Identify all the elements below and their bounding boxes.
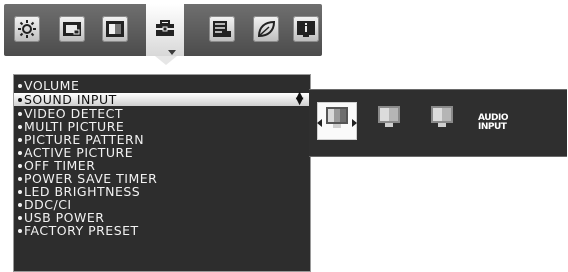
audio-input-label-line2: INPUT: [478, 122, 507, 132]
menu-item-label: VOLUME: [24, 78, 80, 93]
color-icon: [106, 21, 124, 37]
up-down-adjust-icon: ▲ ▼: [295, 90, 304, 107]
sound-input-option-2[interactable]: [370, 102, 408, 138]
menu-item-label: FACTORY PRESET: [24, 223, 139, 238]
sound-input-option-3[interactable]: [423, 102, 461, 138]
bullet-icon: [18, 97, 22, 102]
menu-item-sound-input[interactable]: SOUND INPUT ▲ ▼: [14, 90, 310, 107]
monitor-picture-icon: [326, 107, 348, 128]
sound-input-option-1[interactable]: [317, 102, 357, 140]
menu-item-volume[interactable]: VOLUME: [14, 79, 310, 92]
menu-pointer-arrow: [155, 56, 177, 65]
menu-item-label: SOUND INPUT: [24, 92, 117, 107]
bullet-icon: [18, 137, 22, 142]
bullet-icon: [18, 111, 22, 116]
menu-tools-icon: [213, 21, 231, 37]
eco-leaf-icon: [257, 20, 276, 38]
bullet-icon: [18, 189, 22, 194]
sound-input-options-panel: AUDIO INPUT: [309, 89, 567, 157]
tab-information[interactable]: [293, 16, 319, 42]
monitor-picture-icon: [431, 106, 453, 127]
menu-item-factory-preset[interactable]: FACTORY PRESET: [14, 224, 310, 237]
information-icon: [297, 21, 315, 37]
bullet-icon: [18, 215, 22, 220]
left-arrow-icon: [317, 119, 322, 127]
tools-menu-list: VOLUME SOUND INPUT ▲ ▼ VIDEO DETECT MULTI PIC…: [13, 74, 311, 272]
tab-color[interactable]: [102, 16, 128, 42]
screen-size-icon: [63, 22, 81, 36]
tools-toolbox-icon: [156, 20, 174, 36]
bullet-icon: [18, 202, 22, 207]
tab-screen[interactable]: [59, 16, 85, 42]
bullet-icon: [18, 83, 22, 88]
tab-brightness[interactable]: [14, 16, 40, 42]
active-tab-marker: [168, 50, 176, 55]
monitor-picture-icon: [378, 106, 400, 127]
bullet-icon: [18, 150, 22, 155]
tab-menu-tools[interactable]: [209, 16, 235, 42]
bullet-icon: [18, 228, 22, 233]
bullet-icon: [18, 176, 22, 181]
bullet-icon: [18, 124, 22, 129]
top-tab-bar: [4, 4, 322, 56]
bullet-icon: [18, 163, 22, 168]
brightness-sun-icon: [18, 20, 36, 38]
tab-tools[interactable]: [146, 4, 184, 56]
tab-eco[interactable]: [253, 16, 279, 42]
right-arrow-icon: [352, 119, 357, 127]
audio-input-label: AUDIO INPUT: [478, 114, 508, 132]
